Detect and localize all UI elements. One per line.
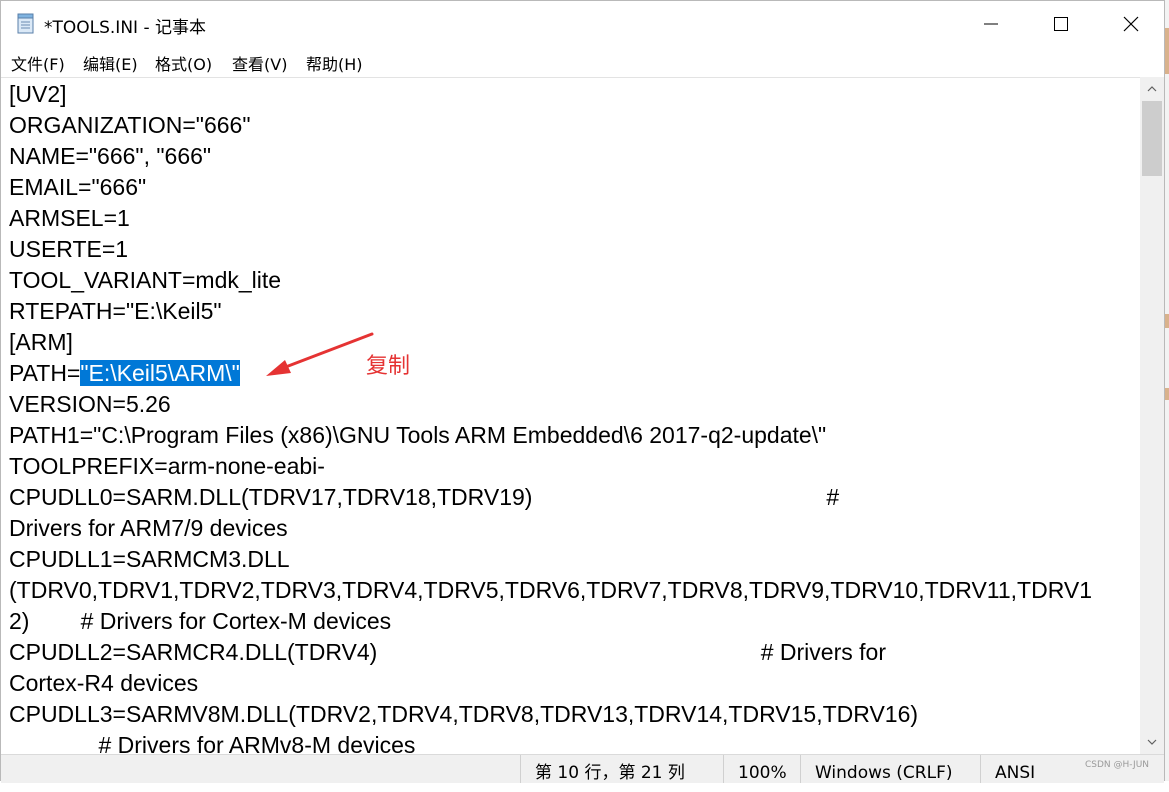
editor-line: Cortex-R4 devices: [9, 670, 199, 696]
editor-line: RTEPATH="E:\Keil5": [9, 298, 222, 324]
maximize-icon: [1054, 17, 1068, 31]
editor-line: # Drivers for ARMv8-M devices: [9, 732, 416, 755]
background-accent: [1165, 314, 1169, 328]
editor-line: (TDRV0,TDRV1,TDRV2,TDRV3,TDRV4,TDRV5,TDR…: [9, 577, 1093, 603]
editor-line: CPUDLL0=SARM.DLL(TDRV17,TDRV18,TDRV19) #: [9, 484, 840, 510]
chevron-down-icon: [1147, 739, 1157, 745]
cursor-position: 第 10 行，第 21 列: [520, 755, 723, 783]
title-bar[interactable]: *TOOLS.INI - 记事本: [1, 1, 1164, 47]
editor-line: 2) # Drivers for Cortex-M devices: [9, 608, 392, 634]
window-title: *TOOLS.INI - 记事本: [44, 18, 206, 38]
editor-line: PATH1="C:\Program Files (x86)\GNU Tools …: [9, 422, 827, 448]
background-accent: [1165, 28, 1169, 74]
editor-line: NAME="666", "666": [9, 143, 212, 169]
minimize-button[interactable]: [962, 1, 1020, 47]
zoom-level: 100%: [723, 755, 800, 783]
minimize-icon: [984, 23, 998, 25]
editor-line: Drivers for ARM7/9 devices: [9, 515, 288, 541]
line-ending: Windows (CRLF): [800, 755, 980, 783]
menu-file[interactable]: 文件(F): [11, 51, 65, 75]
scrollbar-thumb[interactable]: [1142, 101, 1162, 176]
menu-format[interactable]: 格式(O): [155, 51, 212, 75]
text-editor[interactable]: [UV2] ORGANIZATION="666" NAME="666", "66…: [1, 77, 1140, 755]
editor-line: CPUDLL1=SARMCM3.DLL: [9, 546, 290, 572]
menu-view[interactable]: 查看(V): [232, 51, 287, 75]
editor-line: CPUDLL3=SARMV8M.DLL(TDRV2,TDRV4,TDRV8,TD…: [9, 701, 919, 727]
menu-edit[interactable]: 编辑(E): [83, 51, 138, 75]
vertical-scrollbar[interactable]: [1140, 77, 1164, 754]
annotation-label: 复制: [366, 354, 411, 379]
notepad-window: *TOOLS.INI - 记事本 文件(F) 编辑(E) 格式(O) 查看(V)…: [0, 0, 1165, 783]
background-window-edge: [1165, 0, 1169, 781]
editor-line: [UV2]: [9, 81, 67, 107]
background-accent: [1165, 388, 1169, 400]
watermark: CSDN @H-JUN: [1085, 760, 1150, 770]
selected-text[interactable]: "E:\Keil5\ARM\": [80, 360, 240, 386]
menu-help[interactable]: 帮助(H): [306, 51, 363, 75]
close-button[interactable]: [1102, 1, 1160, 47]
editor-line: [ARM]: [9, 329, 73, 355]
editor-line: ARMSEL=1: [9, 205, 130, 231]
path-key: PATH=: [9, 360, 81, 386]
scroll-down-button[interactable]: [1140, 730, 1164, 754]
editor-line: EMAIL="666": [9, 174, 147, 200]
editor-line: TOOL_VARIANT=mdk_lite: [9, 267, 282, 293]
editor-line: VERSION=5.26: [9, 391, 171, 417]
editor-line: USERTE=1: [9, 236, 129, 262]
maximize-button[interactable]: [1032, 1, 1090, 47]
editor-content: [UV2] ORGANIZATION="666" NAME="666", "66…: [9, 79, 1092, 755]
editor-line: ORGANIZATION="666": [9, 112, 251, 138]
chevron-up-icon: [1147, 86, 1157, 92]
menu-bar: 文件(F) 编辑(E) 格式(O) 查看(V) 帮助(H): [1, 47, 1164, 75]
editor-line: TOOLPREFIX=arm-none-eabi-: [9, 453, 325, 479]
editor-line: CPUDLL2=SARMCR4.DLL(TDRV4) # Drivers for: [9, 639, 886, 665]
scroll-up-button[interactable]: [1140, 77, 1164, 101]
notepad-app-icon: [17, 13, 34, 34]
editor-line-path: PATH="E:\Keil5\ARM\": [9, 358, 1092, 389]
status-bar: 第 10 行，第 21 列 100% Windows (CRLF) ANSI: [1, 754, 1164, 783]
close-icon: [1123, 16, 1139, 32]
